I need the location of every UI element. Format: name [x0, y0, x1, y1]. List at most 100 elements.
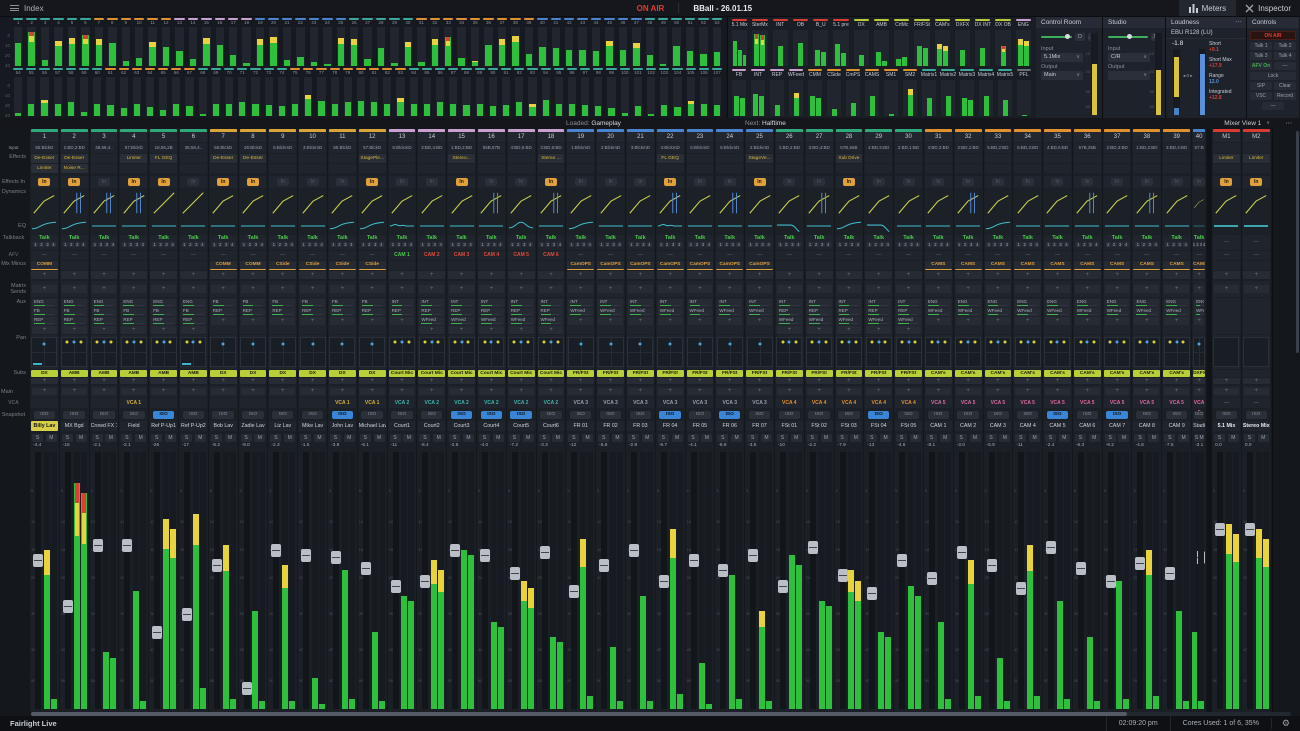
talkback-bus-button[interactable]: 1 — [92, 242, 98, 247]
talkback-bus-button[interactable]: 4 — [646, 242, 652, 247]
bus-meter[interactable]: Matrix5 — [996, 68, 1014, 117]
channel-number[interactable]: 25 — [746, 129, 773, 142]
solo-button[interactable]: S — [91, 434, 103, 442]
eq-graph[interactable] — [716, 218, 744, 234]
bus-meter[interactable]: INT — [771, 18, 790, 67]
add-aux-send-button[interactable]: + — [1104, 317, 1130, 325]
aux-send[interactable]: ENG — [985, 299, 1011, 307]
add-matrix-send-button[interactable]: + — [359, 285, 385, 293]
add-subs-button[interactable]: + — [984, 378, 1012, 384]
talkback-bus-button[interactable]: 1 — [718, 242, 724, 247]
channel-number[interactable]: 13 — [388, 129, 416, 142]
add-matrix-send-button[interactable]: + — [866, 285, 892, 293]
iso-button[interactable]: ISO — [242, 410, 264, 419]
eq-graph[interactable] — [179, 218, 207, 234]
talkback-bus-button[interactable]: 2 — [1051, 242, 1057, 247]
channel-number[interactable]: 17 — [507, 129, 535, 142]
mix-minus-tag[interactable] — [1213, 261, 1240, 270]
mix-minus-tag[interactable]: CamOPS — [567, 261, 595, 270]
vca-assign[interactable]: VCA 4 — [805, 398, 833, 408]
add-aux-send-button[interactable]: + — [598, 317, 623, 325]
fader-handle[interactable] — [181, 607, 192, 621]
eq-graph[interactable] — [1163, 218, 1191, 234]
talkback-bus-button[interactable]: 1 — [956, 242, 962, 247]
channel-number[interactable]: 28 — [835, 129, 863, 142]
mix-minus-tag[interactable]: CSide — [328, 261, 356, 270]
dynamics-graph[interactable] — [775, 189, 803, 217]
talkback-bus-button[interactable]: 3 — [521, 242, 527, 247]
add-mix-minus-button[interactable]: + — [507, 271, 535, 279]
effect-plugin[interactable] — [567, 154, 595, 163]
fader-handle[interactable] — [33, 553, 43, 567]
mute-button[interactable]: M — [999, 434, 1011, 442]
talkback-bus-button[interactable]: 3 — [611, 242, 617, 247]
channel-name[interactable]: CAM 2 — [954, 421, 982, 431]
effect-plugin[interactable] — [179, 154, 207, 163]
mute-button[interactable]: M — [254, 434, 266, 442]
control-button-record[interactable]: Record — [1274, 92, 1296, 100]
afv-button[interactable]: — — [1213, 251, 1240, 260]
aux-send[interactable]: WFeed — [1164, 308, 1190, 316]
add-matrix-send-button[interactable]: + — [1243, 285, 1269, 293]
talkback-bus-button[interactable]: 4 — [1183, 242, 1189, 247]
pan-grid[interactable] — [299, 337, 326, 367]
talkback-bus-button[interactable]: 4 — [348, 242, 354, 247]
iso-button[interactable]: ISO — [689, 410, 711, 419]
fader-track[interactable] — [450, 452, 461, 709]
talkback-bus-button[interactable]: 4 — [706, 242, 712, 247]
control-room-level-slider[interactable] — [1041, 34, 1072, 39]
mute-button[interactable]: M — [194, 434, 206, 442]
channel-input-patch[interactable]: 3:BD,4:BD — [418, 143, 446, 153]
solo-button[interactable]: S — [747, 434, 759, 442]
iso-button[interactable]: ISO — [33, 410, 56, 419]
vca-assign[interactable]: VCA 2 — [477, 398, 505, 408]
solo-button[interactable]: S — [359, 434, 371, 442]
effect-plugin[interactable] — [1163, 154, 1191, 163]
iso-button[interactable]: ISO — [867, 410, 890, 419]
subs-assign-tag[interactable]: CAM's — [1073, 370, 1101, 377]
subs-assign-tag[interactable]: CAM's — [954, 370, 982, 377]
add-mix-minus-button[interactable]: + — [656, 271, 684, 279]
subs-assign-tag[interactable]: FR/FSt — [746, 370, 773, 377]
add-subs-button[interactable]: + — [895, 378, 922, 384]
add-subs-button[interactable]: + — [31, 378, 58, 384]
talkback-bus-button[interactable]: 3 — [1199, 242, 1202, 247]
add-main-button[interactable]: + — [419, 388, 445, 395]
fader-handle[interactable] — [599, 559, 610, 573]
channel-input-patch[interactable]: 26:BlckD — [239, 143, 267, 153]
iso-button[interactable]: ISO — [212, 410, 234, 419]
add-matrix-send-button[interactable]: + — [270, 285, 296, 293]
subs-assign-tag[interactable]: AMB — [60, 370, 88, 377]
add-main-button[interactable]: + — [210, 388, 236, 395]
channel-input-patch[interactable]: 3:BlckmD — [299, 143, 326, 153]
afv-button[interactable]: CAM 5 — [507, 251, 535, 260]
fader-handle[interactable] — [271, 543, 282, 557]
fader-handle[interactable] — [569, 584, 580, 598]
add-mix-minus-button[interactable]: + — [1133, 271, 1161, 279]
fader-handle[interactable] — [986, 559, 997, 573]
pan-grid[interactable] — [90, 337, 117, 367]
effect-plugin[interactable] — [358, 164, 386, 173]
pan-grid[interactable] — [1104, 337, 1131, 367]
talkback-bus-button[interactable]: 4 — [855, 242, 861, 247]
add-main-button[interactable]: + — [180, 388, 206, 395]
pan-grid[interactable] — [686, 337, 713, 367]
eq-graph[interactable] — [775, 218, 803, 234]
add-aux-send-button[interactable]: + — [1045, 317, 1070, 325]
talkback-bus-button[interactable]: 4 — [199, 242, 205, 247]
vca-assign[interactable]: VCA 1 — [358, 398, 386, 408]
talkback-bus-button[interactable]: 3 — [223, 242, 229, 247]
iso-button[interactable]: ISO — [1194, 410, 1204, 419]
afv-button[interactable]: CAM 3 — [448, 251, 475, 260]
add-mix-minus-button[interactable]: + — [865, 271, 893, 279]
add-main-button[interactable]: + — [1194, 388, 1205, 395]
eq-graph[interactable] — [150, 218, 177, 234]
talkback-bus-button[interactable]: 1 — [807, 242, 813, 247]
mute-button[interactable]: M — [224, 434, 236, 442]
talkback-bus-button[interactable]: 2 — [158, 242, 164, 247]
channel-input-patch[interactable]: 4:BD,5:BD — [1044, 143, 1071, 153]
talkback-bus-button[interactable]: 1 — [897, 242, 902, 247]
solo-button[interactable]: S — [121, 434, 133, 442]
mute-button[interactable]: M — [75, 434, 87, 442]
fader-handle[interactable] — [658, 574, 669, 588]
